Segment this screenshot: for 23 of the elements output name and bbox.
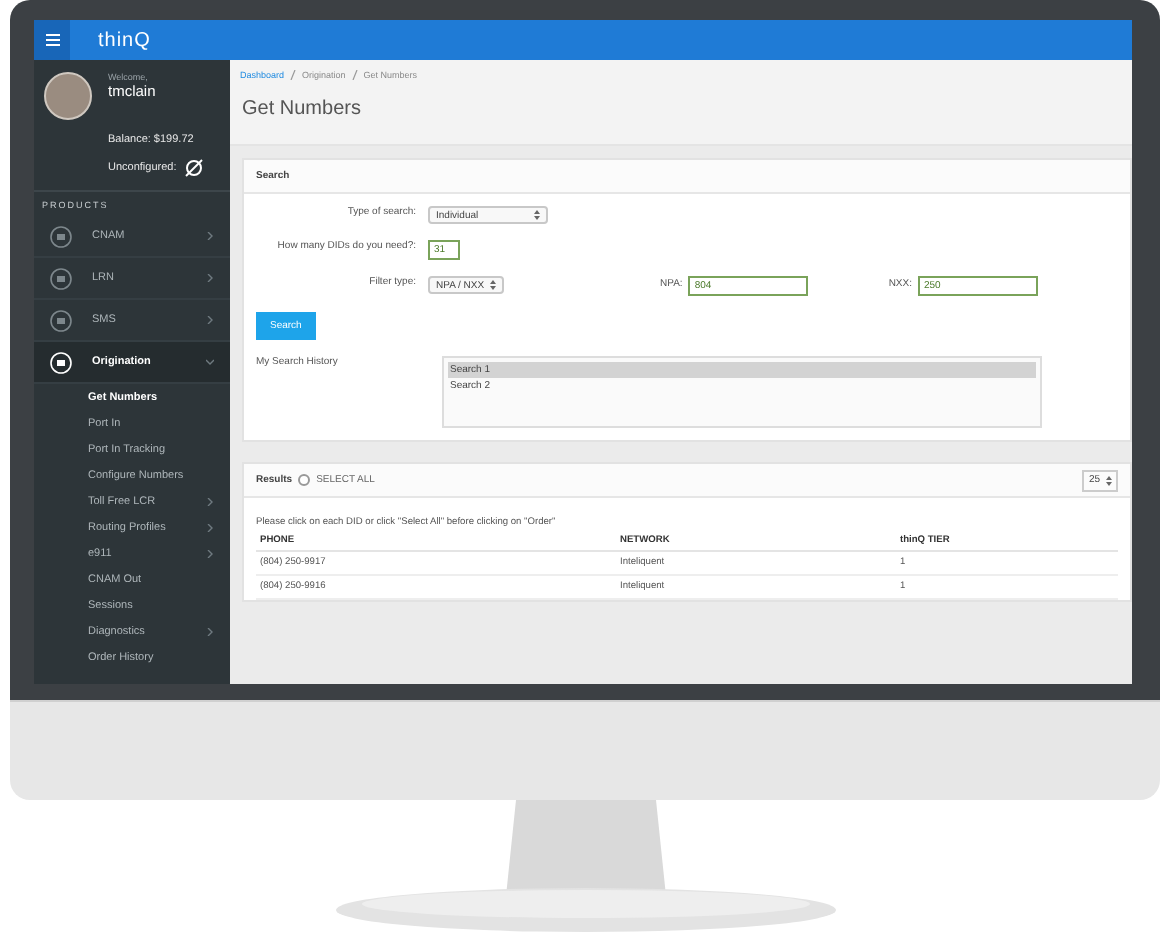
- circle-icon: [50, 267, 72, 289]
- select-all-checkbox[interactable]: [298, 474, 311, 486]
- chevron-right-icon: [206, 627, 214, 635]
- circle-icon: [50, 351, 72, 373]
- chevron-right-icon: [206, 274, 214, 282]
- chevron-right-icon: [206, 523, 214, 531]
- updown-caret-icon: [490, 280, 496, 290]
- chevron-right-icon: [206, 497, 214, 505]
- chevron-down-icon: [206, 358, 214, 366]
- menu-icon: [45, 34, 59, 46]
- chevron-right-icon: [206, 316, 214, 324]
- circle-icon: [50, 225, 72, 247]
- circle-icon: [50, 309, 72, 331]
- updown-caret-icon: [534, 210, 540, 220]
- slash-separator-icon: [290, 70, 297, 80]
- logo: thinQ: [98, 29, 151, 51]
- menu-button[interactable]: [34, 20, 70, 60]
- avatar: [44, 72, 92, 120]
- updown-caret-icon: [1106, 475, 1112, 485]
- chevron-right-icon: [206, 232, 214, 240]
- slashed-circle-icon[interactable]: [184, 157, 205, 177]
- chevron-right-icon: [206, 549, 214, 557]
- slash-separator-icon: [351, 70, 358, 80]
